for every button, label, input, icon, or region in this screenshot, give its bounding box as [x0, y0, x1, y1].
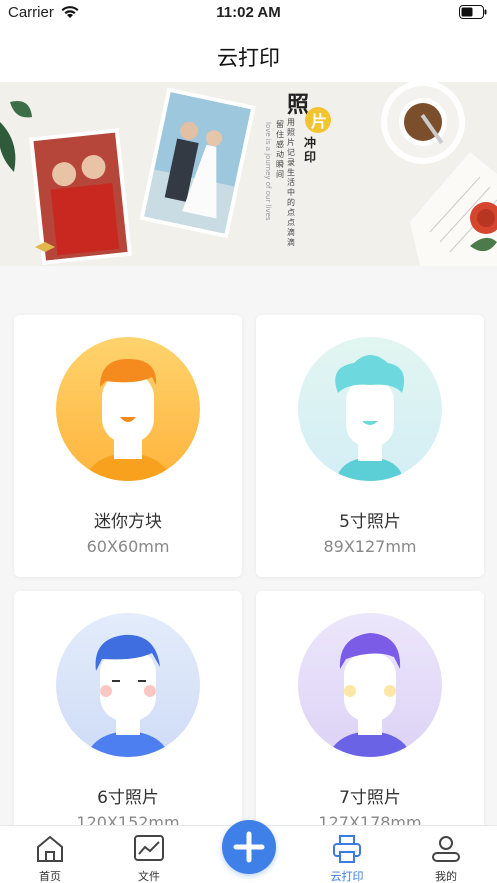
product-avatar-6inch	[56, 613, 200, 757]
tab-cloud-print[interactable]: 云打印	[317, 832, 377, 883]
printer-icon	[333, 835, 361, 863]
status-time: 11:02 AM	[216, 4, 281, 21]
product-name: 6寸照片	[97, 788, 159, 808]
product-card-mini[interactable]: 迷你方块 60X60mm	[14, 315, 242, 577]
tab-label: 我的	[435, 870, 457, 883]
product-avatar-5inch	[298, 337, 442, 481]
cartoon-avatar-icon	[298, 613, 442, 757]
chart-icon	[134, 835, 164, 861]
banner-subtitle: 冲印	[304, 136, 317, 164]
svg-text:love is a journey of our lives: love is a journey of our lives	[264, 122, 272, 221]
product-card-7inch[interactable]: 7寸照片 127X178mm	[256, 591, 484, 853]
add-button[interactable]	[222, 820, 276, 874]
promo-banner[interactable]: love is a journey of our lives 照 片 冲印 用照…	[0, 82, 497, 266]
banner-badge: 片	[311, 112, 327, 131]
banner-text-column-2: 留住感动瞬间	[276, 120, 284, 179]
product-size: 60X60mm	[86, 537, 170, 556]
home-icon	[37, 835, 63, 862]
product-card-5inch[interactable]: 5寸照片 89X127mm	[256, 315, 484, 577]
page-title: 云打印	[217, 46, 280, 70]
plus-icon	[233, 831, 265, 863]
tab-label: 文件	[138, 870, 160, 883]
tab-profile[interactable]: 我的	[416, 832, 476, 883]
tab-files[interactable]: 文件	[119, 832, 179, 883]
product-size: 89X127mm	[323, 537, 417, 556]
user-icon	[432, 836, 460, 862]
banner-illustration: love is a journey of our lives 照 片	[0, 82, 497, 266]
product-name: 5寸照片	[339, 512, 401, 532]
tab-bar: 首页 文件 云打印 我的	[0, 820, 497, 883]
battery-icon	[459, 5, 487, 19]
tab-home[interactable]: 首页	[20, 832, 80, 883]
status-bar: Carrier 11:02 AM	[0, 0, 497, 26]
product-name: 7寸照片	[339, 788, 401, 808]
product-avatar-7inch	[298, 613, 442, 757]
tab-label: 云打印	[330, 870, 364, 883]
cartoon-avatar-icon	[56, 337, 200, 481]
navigation-bar: 云打印	[0, 26, 497, 82]
banner-headline: 照	[287, 93, 309, 118]
product-avatar-mini	[56, 337, 200, 481]
tab-label: 首页	[39, 870, 61, 883]
cartoon-avatar-icon	[56, 613, 200, 757]
cartoon-avatar-icon	[298, 337, 442, 481]
banner-text-column-1: 用照片记录生活中的点点滴滴	[287, 118, 295, 247]
product-card-6inch[interactable]: 6寸照片 120X152mm	[14, 591, 242, 853]
product-name: 迷你方块	[94, 512, 162, 532]
